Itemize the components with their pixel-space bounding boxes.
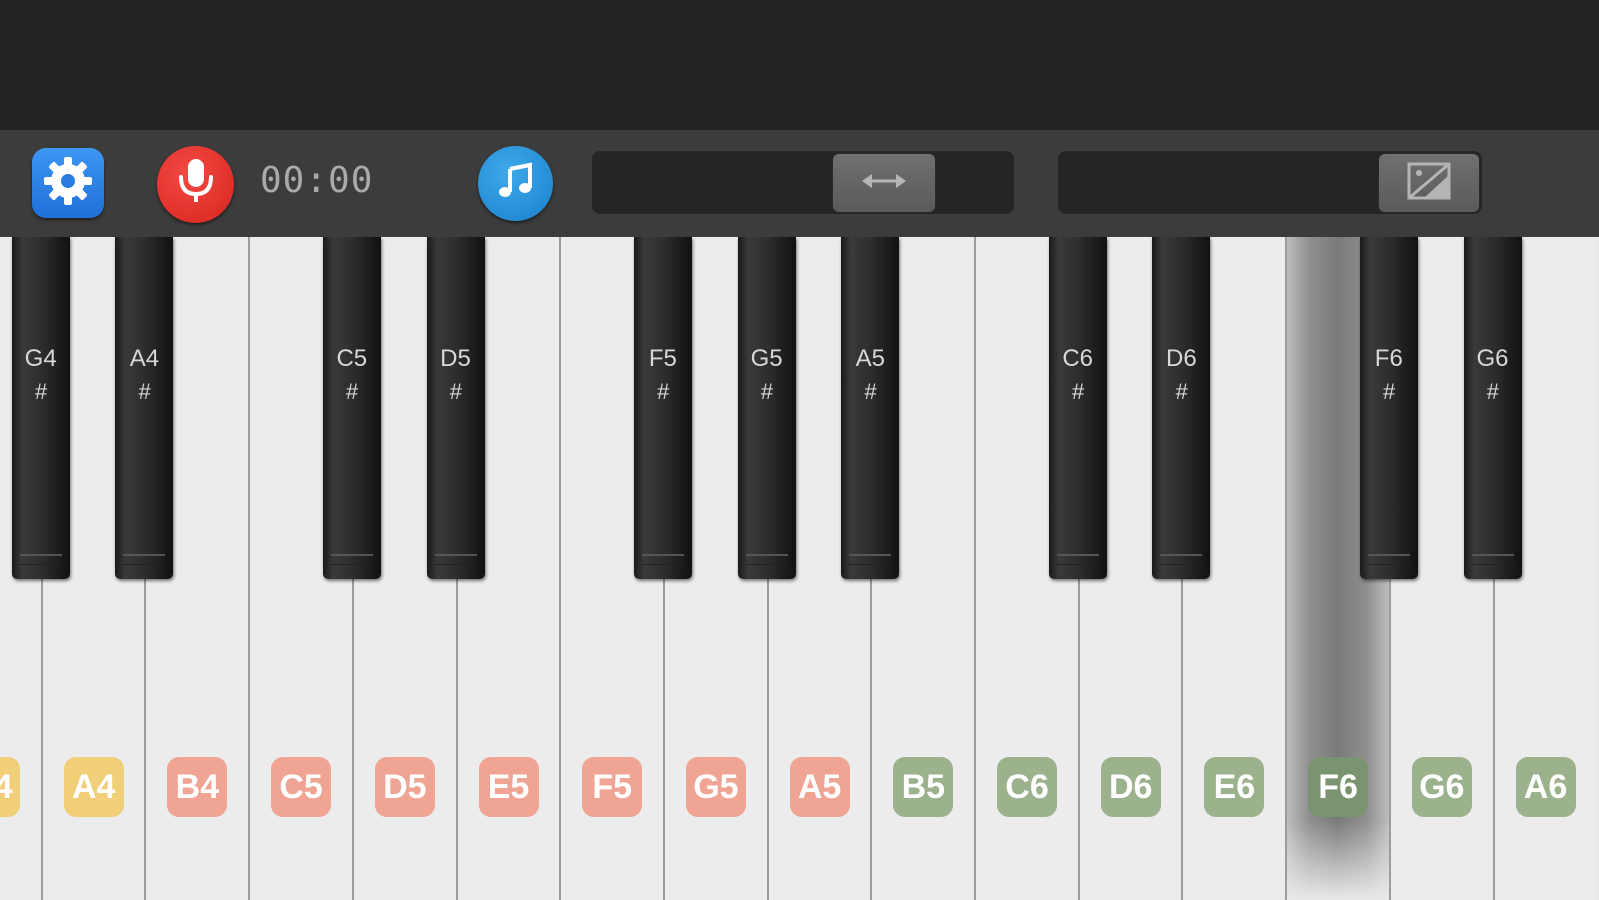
black-key-g6-sharp[interactable]: G6 # <box>1463 237 1522 579</box>
black-key-d6-sharp[interactable]: D6 # <box>1152 237 1211 579</box>
sharp-symbol: # <box>656 379 670 404</box>
note-label: E5 <box>478 757 539 817</box>
black-key-a4-sharp[interactable]: A4 # <box>115 237 174 579</box>
black-key-g5-sharp[interactable]: G5 # <box>737 237 796 579</box>
sharp-symbol: # <box>760 379 773 404</box>
black-key-label: G4 <box>24 345 57 372</box>
record-button[interactable] <box>157 146 234 223</box>
note-label: G6 <box>1411 757 1472 817</box>
note-label: D6 <box>1100 757 1161 817</box>
sharp-symbol: # <box>138 379 151 404</box>
note-label: C6 <box>997 757 1057 817</box>
horizontal-arrows-icon <box>860 171 908 196</box>
black-key-g4-sharp[interactable]: G4 # <box>11 237 70 579</box>
sharp-symbol: # <box>345 379 358 404</box>
black-key-label: F6 <box>1374 345 1403 372</box>
settings-button[interactable] <box>32 148 104 218</box>
black-key-label: D6 <box>1166 345 1197 372</box>
note-label: E6 <box>1204 757 1265 817</box>
black-key-c5-sharp[interactable]: C5 # <box>322 237 381 579</box>
gear-icon <box>41 154 95 213</box>
black-key-c6-sharp[interactable]: C6 # <box>1048 237 1107 579</box>
key-size-slider[interactable] <box>1058 151 1482 214</box>
note-label: B4 <box>167 757 228 817</box>
black-key-label: G6 <box>1476 345 1509 372</box>
black-key-label: C6 <box>1062 345 1094 372</box>
note-label: C5 <box>271 757 332 817</box>
recording-timer: 00:00 <box>260 160 374 201</box>
black-key-label: C5 <box>336 345 368 372</box>
black-key-label: A4 <box>129 345 160 372</box>
sharp-symbol: # <box>864 379 877 404</box>
note-label: F5 <box>582 757 643 817</box>
sharp-symbol: # <box>449 379 462 404</box>
keyboard-scroll-slider[interactable] <box>592 151 1014 214</box>
sharp-symbol: # <box>1486 379 1499 404</box>
black-key-f6-sharp[interactable]: F6 # <box>1359 237 1418 579</box>
black-key-label: G5 <box>750 345 783 372</box>
black-key-a5-sharp[interactable]: A5 # <box>841 237 900 579</box>
microphone-icon <box>174 157 218 212</box>
song-list-button[interactable] <box>478 146 553 221</box>
black-key-label: F5 <box>648 345 677 372</box>
black-key-label: D5 <box>440 345 471 372</box>
sharp-symbol: # <box>34 379 47 404</box>
image-icon <box>1406 161 1452 206</box>
note-label: B5 <box>893 757 954 817</box>
sharp-symbol: # <box>1071 379 1084 404</box>
keyboard-scroll-handle[interactable] <box>832 153 936 213</box>
note-label: A6 <box>1515 757 1576 817</box>
black-key-f5-sharp[interactable]: F5 # <box>633 237 692 579</box>
black-key-label: A5 <box>855 345 885 372</box>
note-label: A5 <box>789 757 850 817</box>
note-label: G4 <box>0 757 20 817</box>
black-key-d5-sharp[interactable]: D5 # <box>426 237 485 579</box>
music-note-icon <box>496 161 536 206</box>
top-bar <box>0 0 1599 130</box>
key-size-handle[interactable] <box>1378 153 1480 213</box>
note-label: F6 <box>1308 757 1369 817</box>
note-label: D5 <box>374 757 435 817</box>
piano-keyboard: G4A4B4C5D5E5F5G5A5B5C6D6E6F6G6A6 G4#A4#C… <box>0 237 1599 900</box>
sharp-symbol: # <box>1382 379 1395 404</box>
sharp-symbol: # <box>1175 379 1188 404</box>
note-label: G5 <box>685 757 746 817</box>
note-label: A4 <box>63 757 124 817</box>
